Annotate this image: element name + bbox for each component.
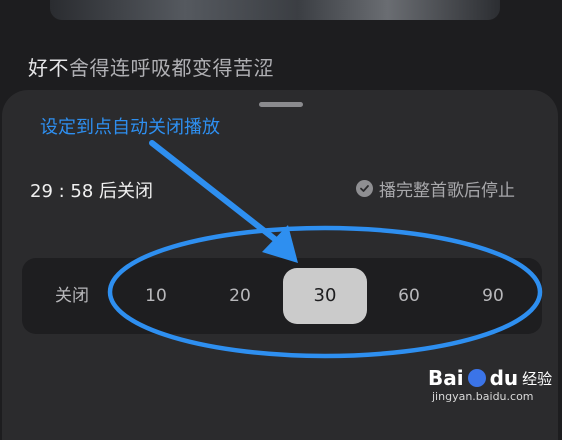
watermark-url: jingyan.baidu.com <box>432 390 534 403</box>
watermark-du: du <box>489 366 519 390</box>
annotation-ellipse-icon <box>107 225 543 359</box>
baidu-jingyan-watermark: Bai du 经验 jingyan.baidu.com <box>428 366 558 416</box>
watermark-jingyan: 经验 <box>522 369 553 388</box>
watermark-bai: Bai <box>428 366 464 390</box>
annotation-arrow-icon <box>149 140 279 243</box>
annotation-overlay <box>107 140 543 359</box>
baidu-paw-icon <box>467 369 486 387</box>
annotation-text: 设定到点自动关闭播放 <box>40 117 220 138</box>
